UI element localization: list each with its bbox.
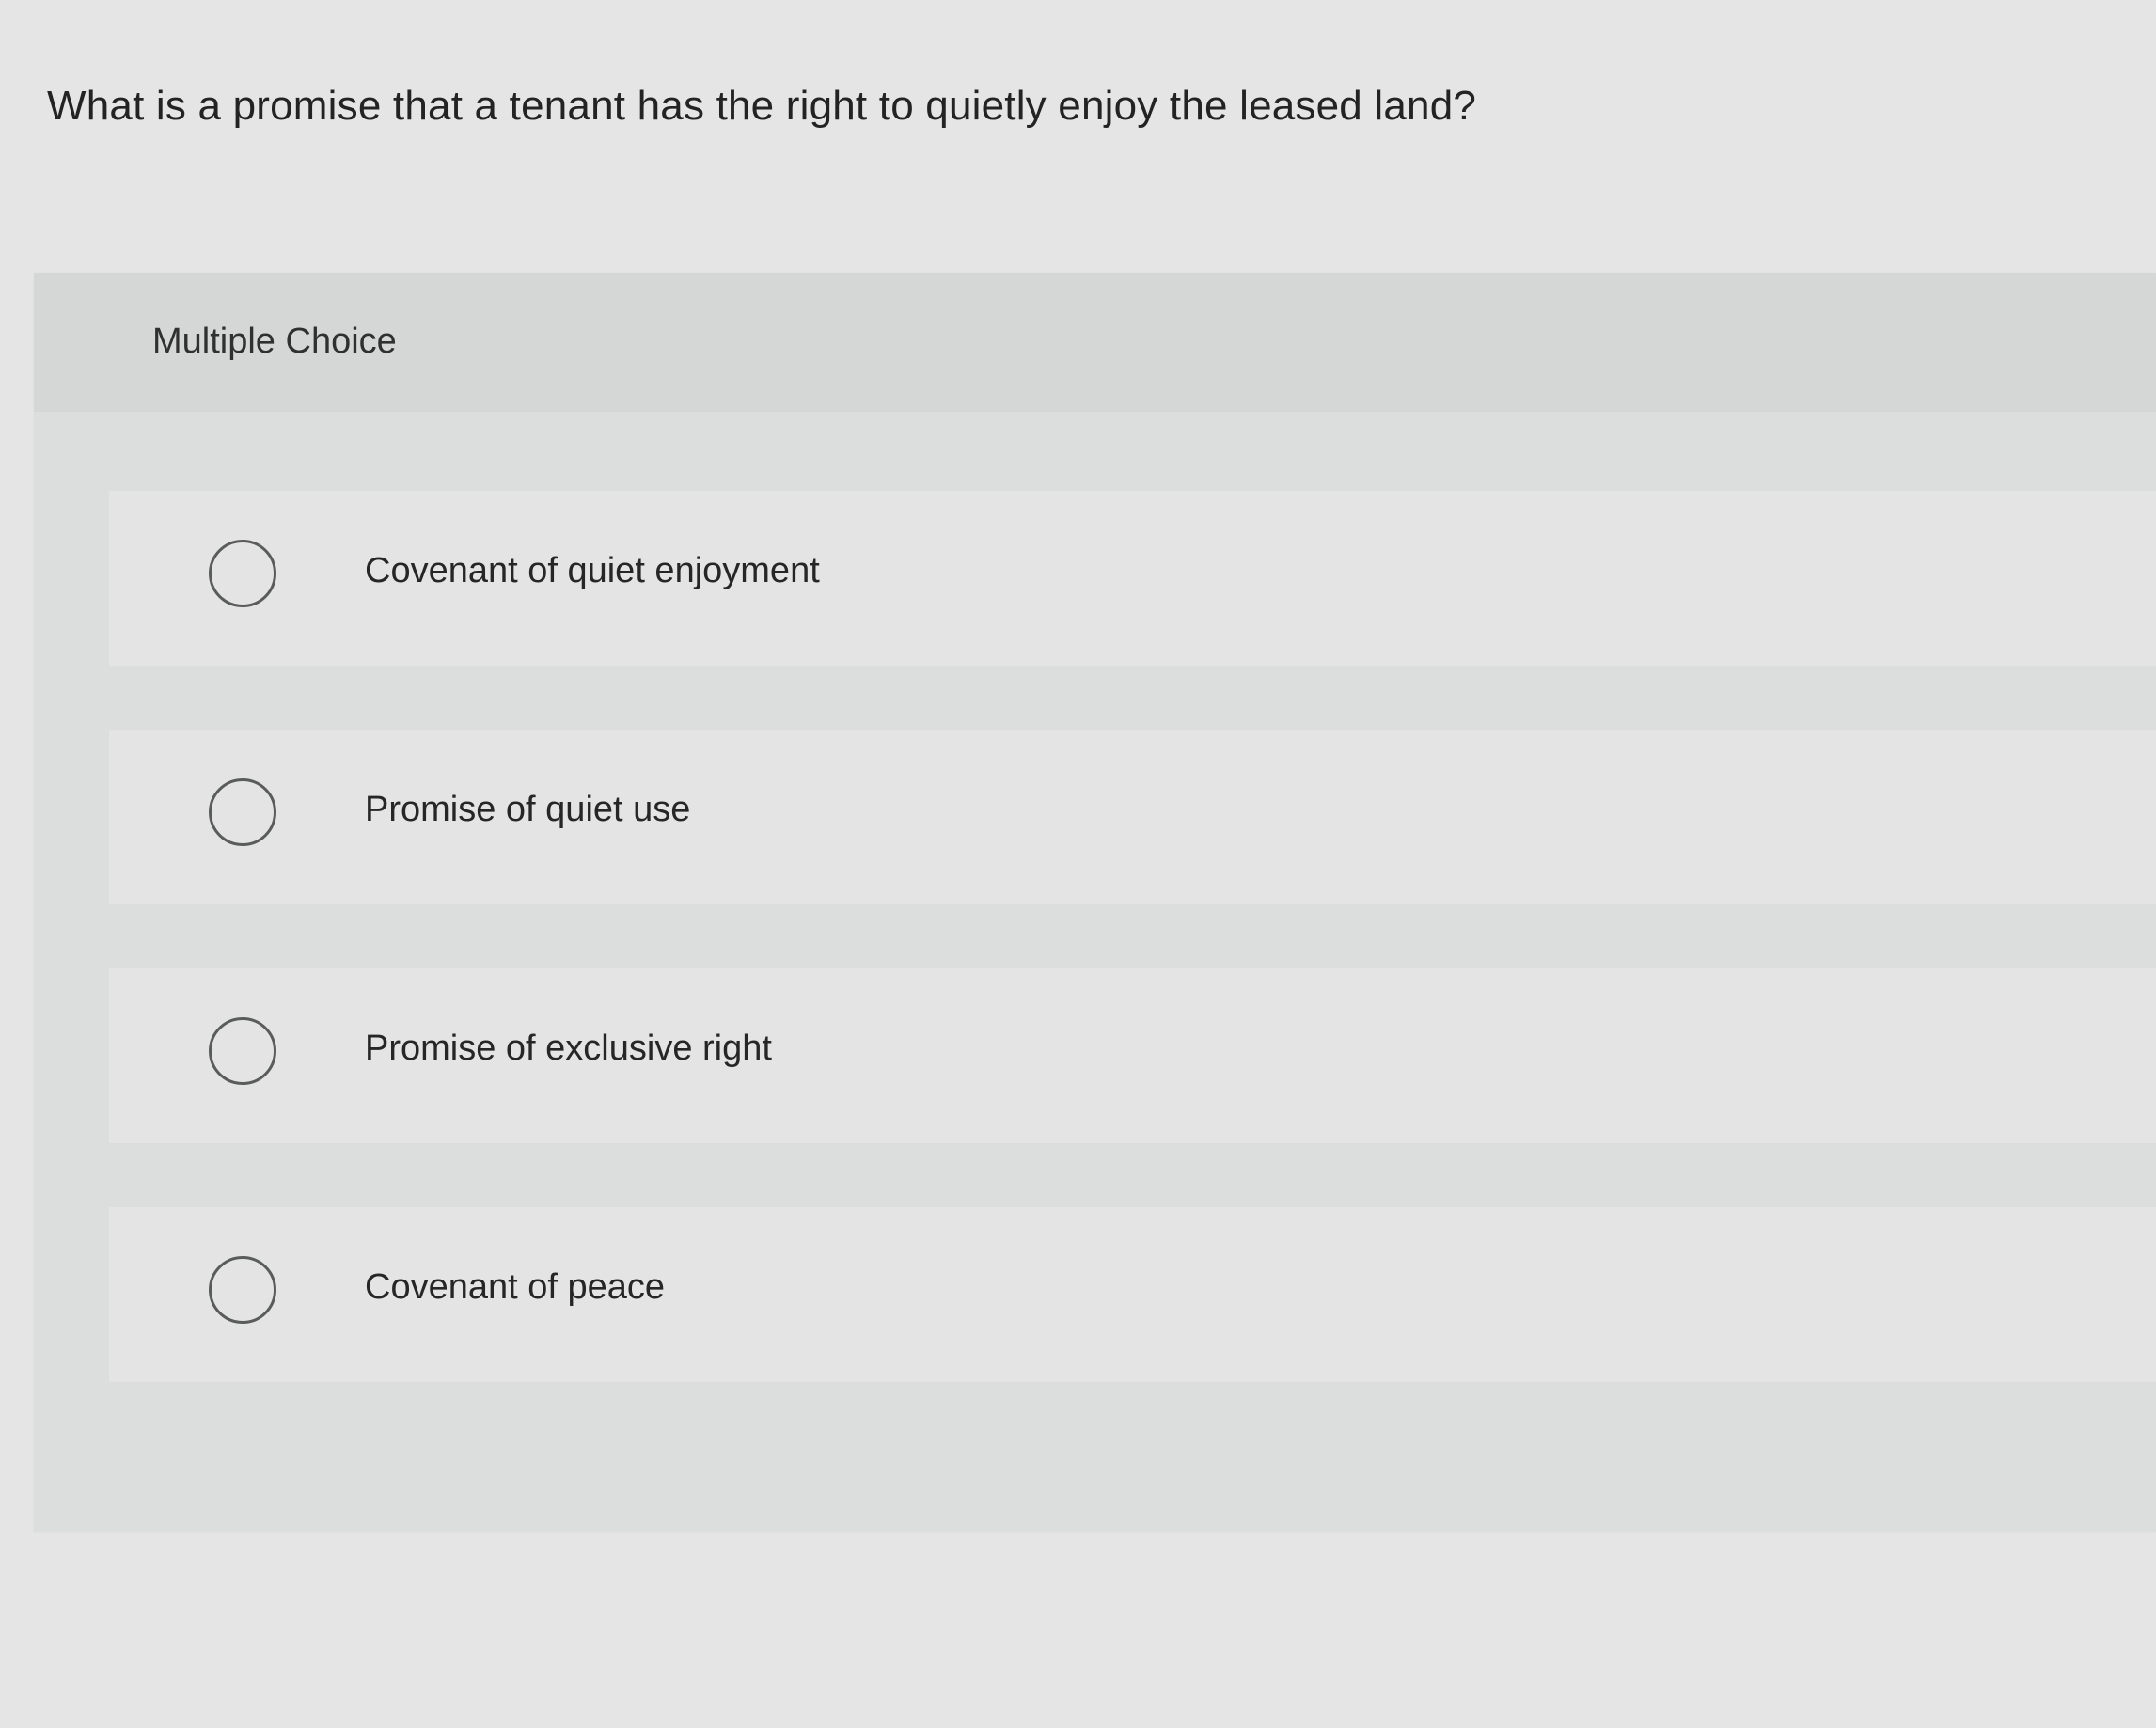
- question-text: What is a promise that a tenant has the …: [47, 83, 1477, 129]
- radio-button-icon[interactable]: [209, 778, 276, 846]
- answer-option-2[interactable]: Promise of quiet use: [109, 730, 2156, 904]
- answer-option-label: Covenant of quiet enjoyment: [365, 551, 820, 590]
- answer-option-1[interactable]: Covenant of quiet enjoyment: [109, 491, 2156, 666]
- multiple-choice-label: Multiple Choice: [152, 322, 397, 361]
- radio-button-icon[interactable]: [209, 1256, 276, 1324]
- multiple-choice-panel: Multiple Choice Covenant of quiet enjoym…: [34, 273, 2156, 1532]
- multiple-choice-header: Multiple Choice: [34, 273, 2156, 412]
- answer-option-label: Promise of exclusive right: [365, 1029, 772, 1068]
- answer-option-4[interactable]: Covenant of peace: [109, 1207, 2156, 1382]
- answer-option-3[interactable]: Promise of exclusive right: [109, 968, 2156, 1143]
- radio-button-icon[interactable]: [209, 1017, 276, 1085]
- answer-option-label: Promise of quiet use: [365, 790, 691, 829]
- radio-button-icon[interactable]: [209, 540, 276, 607]
- answer-option-label: Covenant of peace: [365, 1267, 666, 1307]
